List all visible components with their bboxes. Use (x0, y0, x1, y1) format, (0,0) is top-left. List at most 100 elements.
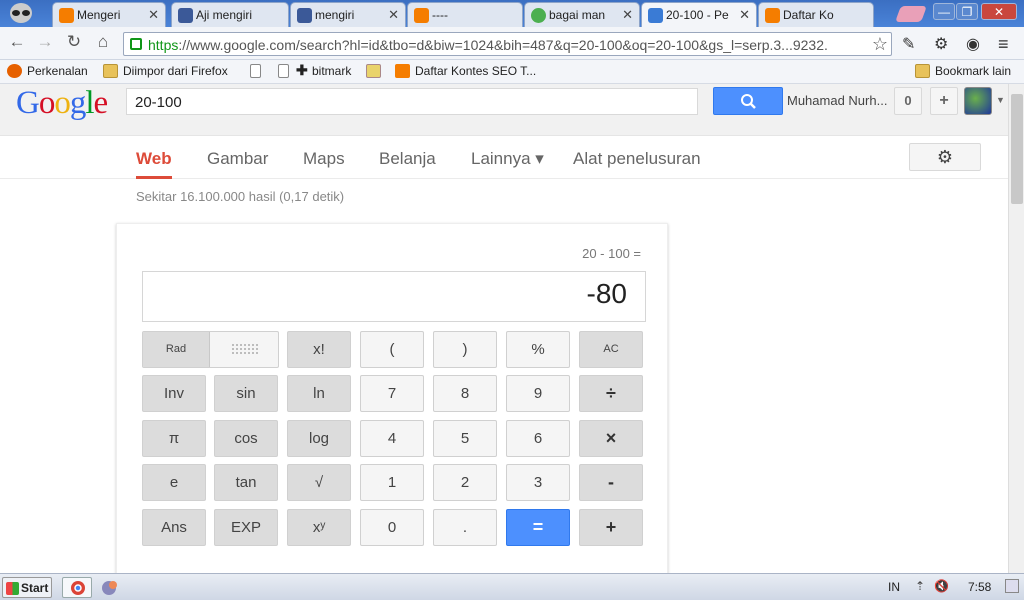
show-desktop-icon[interactable] (1005, 579, 1019, 593)
angle-mode-toggle[interactable]: Rad (142, 331, 279, 368)
notification-count[interactable]: 0 (894, 87, 922, 115)
search-input[interactable]: 20-100 (126, 88, 698, 115)
key-multiply[interactable]: × (579, 420, 643, 457)
key-divide[interactable]: ÷ (579, 375, 643, 412)
key-open-paren[interactable]: ( (360, 331, 424, 368)
key-9[interactable]: 9 (506, 375, 570, 412)
language-indicator[interactable]: IN (888, 580, 900, 594)
close-icon[interactable]: ✕ (148, 7, 159, 23)
minimize-button[interactable]: — (933, 3, 955, 20)
key-ans[interactable]: Ans (142, 509, 206, 546)
bookmark-item[interactable]: Perkenalan (7, 64, 88, 78)
browser-tab[interactable]: mengiri ✕ (290, 2, 406, 27)
search-button[interactable] (713, 87, 783, 115)
start-button[interactable]: Start (2, 577, 52, 598)
share-button[interactable]: + (930, 87, 958, 115)
tab-alat-penelusuran[interactable]: Alat penelusuran (573, 149, 701, 169)
key-power[interactable]: xʸ (287, 509, 351, 546)
tab-web[interactable]: Web (136, 149, 172, 179)
back-icon[interactable]: ← (6, 32, 28, 52)
key-0[interactable]: 0 (360, 509, 424, 546)
browser-tab[interactable]: Aji mengiri (171, 2, 289, 27)
key-clear[interactable]: AC (579, 331, 643, 368)
bookmark-label: Daftar Kontes SEO T... (415, 64, 537, 78)
close-window-button[interactable]: ✕ (981, 3, 1017, 20)
browser-tab[interactable]: ---- (407, 2, 523, 27)
browser-tab[interactable]: Mengeri ✕ (52, 2, 166, 27)
key-5[interactable]: 5 (433, 420, 497, 457)
tab-belanja[interactable]: Belanja (379, 149, 436, 169)
key-percent[interactable]: % (506, 331, 570, 368)
close-icon[interactable]: ✕ (622, 7, 633, 23)
tab-lainnya[interactable]: Lainnya ▾ (471, 149, 544, 169)
scrollbar-thumb[interactable] (1011, 94, 1023, 204)
key-pi[interactable]: π (142, 420, 206, 457)
restore-button[interactable]: ❐ (956, 3, 978, 20)
windows-taskbar: Start IN ⇡ 🔇 7:58 (0, 573, 1024, 600)
close-icon[interactable]: ✕ (739, 7, 750, 23)
star-icon[interactable]: ☆ (872, 34, 888, 55)
key-equals[interactable]: = (506, 509, 570, 546)
key-log[interactable]: log (287, 420, 351, 457)
google-logo[interactable]: Google (16, 85, 108, 122)
deg-button[interactable] (231, 343, 259, 355)
key-e[interactable]: e (142, 464, 206, 501)
close-icon[interactable]: ✕ (388, 7, 399, 23)
key-sin[interactable]: sin (214, 375, 278, 412)
key-7[interactable]: 7 (360, 375, 424, 412)
key-4[interactable]: 4 (360, 420, 424, 457)
menu-icon[interactable]: ≡ (998, 34, 1009, 55)
home-icon[interactable]: ⌂ (92, 32, 114, 52)
bookmark-label: Diimpor dari Firefox (123, 64, 228, 78)
key-tan[interactable]: tan (214, 464, 278, 501)
result-stats: Sekitar 16.100.000 hasil (0,17 detik) (136, 189, 345, 204)
key-ln[interactable]: ln (287, 375, 351, 412)
key-8[interactable]: 8 (433, 375, 497, 412)
browser-tab[interactable]: Daftar Ko (758, 2, 874, 27)
bookmark-item[interactable]: ✚ bitmark (278, 62, 351, 78)
key-close-paren[interactable]: ) (433, 331, 497, 368)
bookmark-folder[interactable]: Diimpor dari Firefox (103, 64, 228, 78)
avatar[interactable] (964, 87, 992, 115)
key-minus[interactable]: - (579, 464, 643, 501)
user-name[interactable]: Muhamad Nurh... (787, 93, 887, 108)
key-inv[interactable]: Inv (142, 375, 206, 412)
forward-icon[interactable]: → (34, 32, 56, 52)
tab-maps[interactable]: Maps (303, 149, 345, 169)
app-taskbar-button[interactable] (95, 577, 125, 598)
key-cos[interactable]: cos (214, 420, 278, 457)
page-scrollbar[interactable] (1008, 84, 1024, 573)
google-header: Google 20-100 Muhamad Nurh... 0 + ▼ (0, 84, 1008, 136)
bookmark-folder-other[interactable]: Bookmark lain (915, 64, 1011, 78)
key-6[interactable]: 6 (506, 420, 570, 457)
extension-icon[interactable]: ✎ (902, 34, 915, 54)
new-tab-button[interactable] (895, 6, 927, 22)
key-sqrt[interactable]: √ (287, 464, 351, 501)
page-icon (278, 64, 289, 78)
bookmark-item[interactable]: Daftar Kontes SEO T... (395, 64, 536, 78)
tab-label: Daftar Ko (783, 8, 834, 22)
tab-gambar[interactable]: Gambar (207, 149, 268, 169)
windows-logo-icon (6, 582, 19, 595)
eye-icon[interactable]: ◉ (966, 34, 980, 54)
key-1[interactable]: 1 (360, 464, 424, 501)
key-2[interactable]: 2 (433, 464, 497, 501)
key-exp[interactable]: EXP (214, 509, 278, 546)
rad-button[interactable]: Rad (143, 332, 210, 367)
up-arrow-icon[interactable]: ⇡ (915, 579, 925, 593)
browser-tab-active[interactable]: 20-100 - Pe ✕ (641, 2, 757, 27)
address-bar[interactable]: https://www.google.com/search?hl=id&tbo=… (123, 32, 892, 56)
gear-icon[interactable]: ⚙ (934, 34, 948, 54)
settings-button[interactable]: ⚙ (909, 143, 981, 171)
chrome-taskbar-button[interactable] (62, 577, 92, 598)
chevron-down-icon[interactable]: ▼ (996, 95, 1005, 105)
key-factorial[interactable]: x! (287, 331, 351, 368)
key-3[interactable]: 3 (506, 464, 570, 501)
browser-tab[interactable]: bagai man ✕ (524, 2, 640, 27)
reload-icon[interactable]: ↻ (63, 32, 85, 52)
google-icon (648, 8, 663, 23)
plus-icon: ✚ (296, 62, 308, 78)
key-decimal[interactable]: . (433, 509, 497, 546)
key-plus[interactable]: + (579, 509, 643, 546)
volume-muted-icon[interactable]: 🔇 (934, 579, 949, 593)
